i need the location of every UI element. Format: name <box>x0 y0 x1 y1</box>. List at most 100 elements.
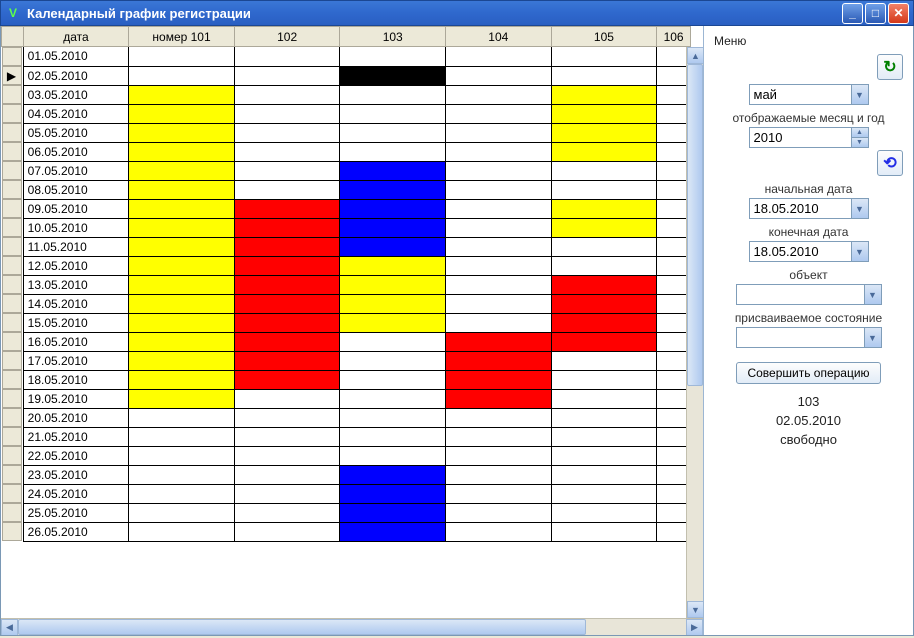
grid-cell[interactable] <box>340 142 446 161</box>
grid-cell[interactable] <box>129 218 235 237</box>
date-cell[interactable]: 16.05.2010 <box>23 332 129 351</box>
grid-cell[interactable] <box>551 408 657 427</box>
grid-cell[interactable] <box>129 161 235 180</box>
grid-cell[interactable] <box>129 465 235 484</box>
grid-cell[interactable] <box>340 313 446 332</box>
grid-cell[interactable] <box>551 123 657 142</box>
grid-cell[interactable] <box>234 294 340 313</box>
refresh-button[interactable]: ↻ <box>877 54 903 80</box>
date-cell[interactable]: 19.05.2010 <box>23 389 129 408</box>
grid-cell[interactable] <box>129 351 235 370</box>
grid-cell[interactable] <box>446 465 552 484</box>
scroll-thumb-horizontal[interactable] <box>18 619 586 635</box>
table-row[interactable]: 24.05.2010 <box>2 484 691 503</box>
grid-cell[interactable] <box>551 465 657 484</box>
date-cell[interactable]: 12.05.2010 <box>23 256 129 275</box>
grid-cell[interactable] <box>551 522 657 541</box>
grid-cell[interactable] <box>234 237 340 256</box>
grid-cell[interactable] <box>340 332 446 351</box>
grid-cell[interactable] <box>234 275 340 294</box>
year-spinner[interactable]: 2010 ▲ ▼ <box>749 127 869 148</box>
row-header[interactable] <box>2 85 22 104</box>
grid-cell[interactable] <box>234 503 340 522</box>
column-header[interactable]: 102 <box>234 27 340 47</box>
grid-cell[interactable] <box>129 142 235 161</box>
table-row[interactable]: 13.05.2010 <box>2 275 691 294</box>
grid-cell[interactable] <box>234 104 340 123</box>
grid-cell[interactable] <box>551 484 657 503</box>
grid-cell[interactable] <box>551 199 657 218</box>
column-header[interactable]: номер 101 <box>129 27 235 47</box>
grid-cell[interactable] <box>129 408 235 427</box>
row-header[interactable] <box>2 218 22 237</box>
grid-cell[interactable] <box>234 161 340 180</box>
row-header[interactable] <box>2 351 22 370</box>
grid-cell[interactable] <box>340 446 446 465</box>
grid-cell[interactable] <box>129 484 235 503</box>
grid-cell[interactable] <box>446 275 552 294</box>
grid-cell[interactable] <box>129 427 235 446</box>
minimize-button[interactable]: _ <box>842 3 863 24</box>
grid-cell[interactable] <box>129 389 235 408</box>
grid-cell[interactable] <box>340 85 446 104</box>
grid-cell[interactable] <box>340 218 446 237</box>
grid-cell[interactable] <box>129 199 235 218</box>
date-cell[interactable]: 03.05.2010 <box>23 85 129 104</box>
table-row[interactable]: 04.05.2010 <box>2 104 691 123</box>
table-row[interactable]: 17.05.2010 <box>2 351 691 370</box>
grid-cell[interactable] <box>551 180 657 199</box>
grid-cell[interactable] <box>551 370 657 389</box>
scroll-down-button[interactable]: ▼ <box>687 601 703 618</box>
grid-cell[interactable] <box>129 123 235 142</box>
grid-cell[interactable] <box>234 66 340 85</box>
date-cell[interactable]: 11.05.2010 <box>23 237 129 256</box>
row-header[interactable] <box>2 47 22 66</box>
grid-cell[interactable] <box>234 465 340 484</box>
chevron-down-icon[interactable]: ▼ <box>864 328 881 347</box>
apply-date-button[interactable]: ⟲ <box>877 150 903 176</box>
row-header[interactable] <box>2 427 22 446</box>
date-cell[interactable]: 08.05.2010 <box>23 180 129 199</box>
row-header[interactable] <box>2 275 22 294</box>
row-header[interactable] <box>2 199 22 218</box>
row-header[interactable] <box>2 389 22 408</box>
row-header[interactable] <box>2 465 22 484</box>
grid-cell[interactable] <box>340 161 446 180</box>
row-header[interactable] <box>2 123 22 142</box>
grid-cell[interactable] <box>446 484 552 503</box>
grid-cell[interactable] <box>551 427 657 446</box>
grid-cell[interactable] <box>129 104 235 123</box>
grid-cell[interactable] <box>234 484 340 503</box>
grid-cell[interactable] <box>129 370 235 389</box>
chevron-down-icon[interactable]: ▼ <box>851 199 868 218</box>
grid-cell[interactable] <box>446 47 552 67</box>
row-header[interactable] <box>2 294 22 313</box>
date-cell[interactable]: 17.05.2010 <box>23 351 129 370</box>
grid-cell[interactable] <box>446 389 552 408</box>
row-header[interactable] <box>2 503 22 522</box>
grid-cell[interactable] <box>551 313 657 332</box>
date-cell[interactable]: 23.05.2010 <box>23 465 129 484</box>
grid-cell[interactable] <box>234 47 340 67</box>
table-row[interactable]: ▶02.05.2010 <box>2 66 691 85</box>
table-row[interactable]: 06.05.2010 <box>2 142 691 161</box>
close-button[interactable]: ✕ <box>888 3 909 24</box>
grid-cell[interactable] <box>446 218 552 237</box>
chevron-down-icon[interactable]: ▼ <box>851 85 868 104</box>
grid-cell[interactable] <box>129 503 235 522</box>
date-cell[interactable]: 25.05.2010 <box>23 503 129 522</box>
grid-cell[interactable] <box>551 351 657 370</box>
grid-cell[interactable] <box>446 142 552 161</box>
state-combo[interactable]: ▼ <box>736 327 882 348</box>
grid-cell[interactable] <box>446 104 552 123</box>
grid-cell[interactable] <box>446 161 552 180</box>
spin-up-icon[interactable]: ▲ <box>852 128 868 138</box>
row-header[interactable]: ▶ <box>2 66 22 85</box>
grid-cell[interactable] <box>551 218 657 237</box>
grid-cell[interactable] <box>129 446 235 465</box>
grid-cell[interactable] <box>234 218 340 237</box>
grid-cell[interactable] <box>234 142 340 161</box>
table-row[interactable]: 12.05.2010 <box>2 256 691 275</box>
date-cell[interactable]: 07.05.2010 <box>23 161 129 180</box>
row-header[interactable] <box>2 370 22 389</box>
